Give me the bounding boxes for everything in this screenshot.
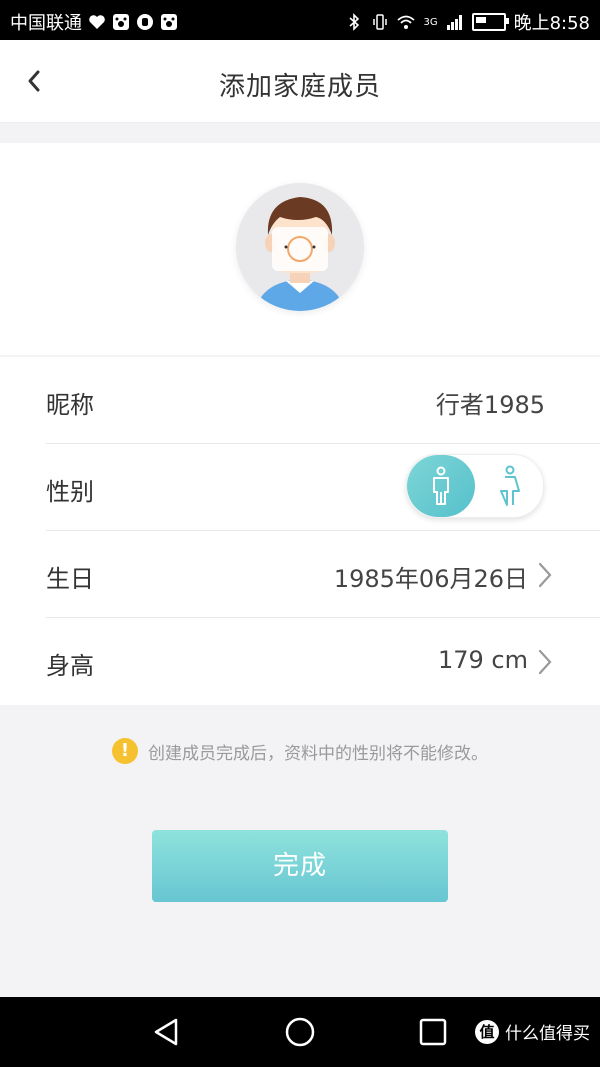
nickname-label: 昵称 — [46, 391, 94, 419]
network-type: 3G — [423, 16, 438, 28]
header: 添加家庭成员 — [0, 40, 600, 123]
status-bar: 中国联通 3G 晚上8:58 — [0, 0, 600, 40]
system-nav-bar: 值 什么值得买 — [0, 997, 600, 1067]
wifi-icon — [397, 15, 416, 29]
female-icon — [500, 465, 520, 506]
height-row[interactable]: 身高 179 cm — [46, 618, 600, 705]
battery-icon — [471, 13, 509, 31]
done-button[interactable]: 完成 — [152, 830, 448, 902]
gender-lock-notice: ! 创建成员完成后，资料中的性别将不能修改。 — [0, 738, 600, 764]
carrier-name: 中国联通 — [10, 13, 82, 34]
gender-toggle[interactable] — [406, 454, 544, 518]
watermark-text: 什么值得买 — [505, 1024, 590, 1044]
height-value: 179 cm — [437, 646, 528, 674]
birthday-value: 1985年06月26日 — [333, 565, 528, 593]
watermark-badge: 值 — [475, 1019, 499, 1044]
paw-app-icon-2 — [161, 14, 177, 30]
female-option[interactable] — [479, 455, 541, 517]
hand-app-icon — [137, 14, 153, 30]
heart-rate-icon — [89, 15, 105, 29]
male-icon — [433, 466, 449, 505]
gender-row: 性别 — [46, 444, 600, 531]
chevron-right-icon — [538, 562, 552, 588]
birthday-label: 生日 — [46, 565, 94, 593]
camera-icon[interactable] — [272, 227, 328, 271]
home-nav-icon[interactable] — [283, 1015, 317, 1049]
avatar-section — [0, 143, 600, 355]
chevron-right-icon — [538, 649, 552, 675]
paw-app-icon — [113, 14, 129, 30]
male-option[interactable] — [407, 455, 475, 517]
height-label: 身高 — [46, 652, 94, 680]
page-title: 添加家庭成员 — [218, 72, 381, 102]
info-icon: ! — [112, 738, 138, 764]
recents-nav-icon[interactable] — [416, 1015, 450, 1049]
vibrate-icon — [373, 14, 388, 30]
clock: 晚上8:58 — [513, 13, 590, 34]
nickname-value[interactable]: 行者1985 — [436, 385, 545, 420]
back-nav-icon[interactable] — [150, 1015, 184, 1049]
gender-label: 性别 — [46, 478, 94, 506]
bluetooth-icon — [349, 13, 360, 31]
watermark: 值 什么值得买 — [475, 1019, 590, 1044]
signal-icon — [446, 15, 462, 30]
birthday-row[interactable]: 生日 1985年06月26日 — [46, 531, 600, 618]
nickname-row[interactable]: 昵称 行者1985 — [46, 357, 600, 444]
notice-text: 创建成员完成后，资料中的性别将不能修改。 — [148, 743, 488, 764]
member-form: 昵称 行者1985 性别 生日 1985年06月26日 身高 179 cm — [0, 357, 600, 705]
avatar[interactable] — [236, 183, 364, 311]
